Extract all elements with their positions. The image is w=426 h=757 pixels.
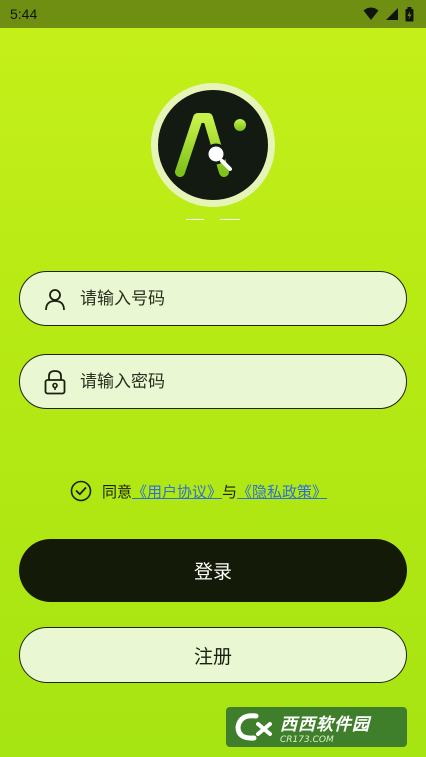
wifi-icon: [363, 7, 379, 20]
signal-icon: [386, 8, 398, 20]
privacy-policy-link[interactable]: 《隐私政策》: [237, 483, 327, 501]
app-name-partial: [150, 208, 276, 220]
phone-input[interactable]: [80, 288, 380, 309]
watermark-logo-icon: [235, 713, 272, 741]
phone-field[interactable]: [19, 271, 407, 326]
user-icon: [42, 286, 68, 312]
agreement-text: 同意《用户协议》与《隐私政策》: [102, 481, 327, 502]
status-time: 5:44: [10, 6, 38, 22]
password-input[interactable]: [80, 371, 380, 392]
ai-search-logo-icon: [158, 90, 268, 200]
login-button[interactable]: 登录: [19, 539, 407, 602]
lock-icon: [42, 369, 68, 395]
watermark: 西西软件园 CR173.COM: [226, 707, 407, 747]
watermark-url: CR173.COM: [280, 734, 334, 745]
agree-connector: 与: [222, 482, 238, 501]
watermark-brand: 西西软件园: [280, 714, 370, 735]
status-bar: 5:44: [0, 0, 426, 28]
check-circle-icon: [70, 480, 92, 502]
app-logo: [151, 83, 275, 207]
watermark-text: 西西软件园 CR173.COM: [280, 710, 370, 745]
status-icons: [363, 6, 414, 22]
password-field[interactable]: [19, 354, 407, 409]
battery-icon: [405, 6, 414, 21]
register-button[interactable]: 注册: [19, 627, 407, 683]
agree-prefix: 同意: [102, 482, 133, 501]
agreement-row: 同意《用户协议》与《隐私政策》: [70, 478, 327, 504]
user-agreement-link[interactable]: 《用户协议》: [132, 483, 222, 501]
agree-checkbox[interactable]: [70, 480, 92, 502]
